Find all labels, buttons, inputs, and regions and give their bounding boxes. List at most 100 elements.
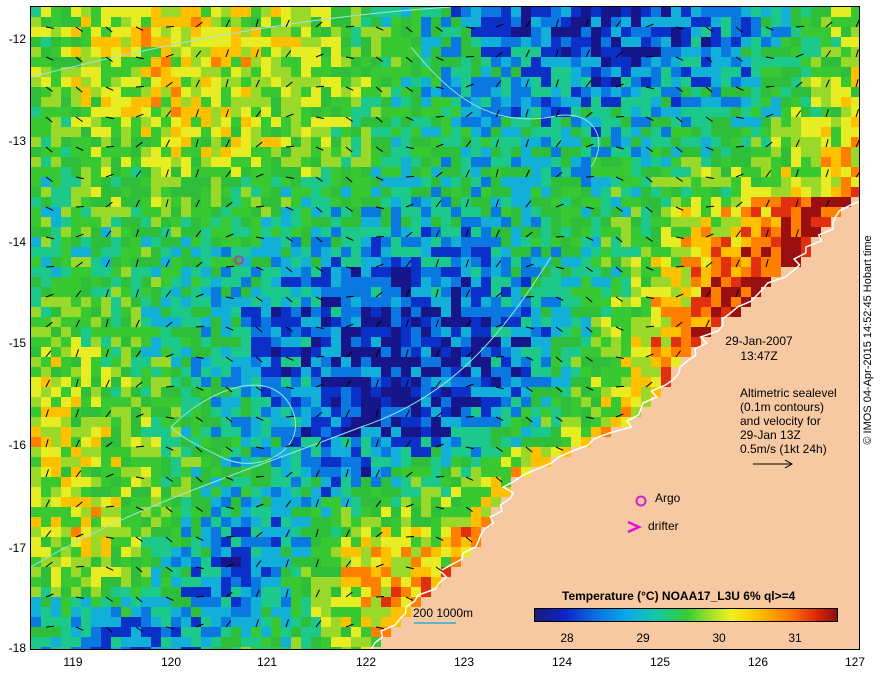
sst-cell (271, 647, 281, 649)
sst-cell (601, 277, 611, 287)
sst-cell (301, 117, 311, 127)
sst-cell (441, 397, 451, 407)
sst-cell (141, 197, 151, 207)
sst-cell (161, 77, 171, 87)
sst-cell (191, 417, 201, 427)
sst-cell (521, 157, 531, 167)
sst-cell (31, 617, 41, 627)
sst-cell (701, 307, 711, 317)
sst-cell (481, 427, 491, 437)
sst-cell (231, 347, 241, 357)
sst-cell (281, 407, 291, 417)
sst-cell (361, 587, 371, 597)
sst-cell (811, 127, 821, 137)
sst-cell (151, 407, 161, 417)
sst-cell (461, 327, 471, 337)
sst-cell (111, 247, 121, 257)
sst-cell (221, 627, 231, 637)
sst-cell (671, 47, 681, 57)
sst-cell (681, 87, 691, 97)
sst-cell (541, 147, 551, 157)
sst-cell (371, 247, 381, 257)
sst-cell (571, 197, 581, 207)
sst-cell (171, 137, 181, 147)
sst-cell (691, 317, 701, 327)
sst-cell (631, 317, 641, 327)
sst-cell (121, 487, 131, 497)
sst-cell (351, 227, 361, 237)
sst-cell (331, 237, 341, 247)
sst-cell (171, 577, 181, 587)
sst-cell (481, 277, 491, 287)
sst-cell (841, 17, 851, 27)
sst-cell (811, 167, 821, 177)
sst-cell (221, 197, 231, 207)
sst-cell (661, 67, 671, 77)
sst-cell (381, 507, 391, 517)
sst-cell (481, 157, 491, 167)
sst-cell (591, 297, 601, 307)
sst-cell (651, 177, 661, 187)
sst-cell (281, 227, 291, 237)
sst-cell (711, 227, 721, 237)
sst-cell (631, 27, 641, 37)
sst-cell (441, 267, 451, 277)
sst-cell (221, 417, 231, 427)
sst-cell (531, 257, 541, 267)
sst-cell (121, 367, 131, 377)
sst-cell (341, 197, 351, 207)
velocity-arrow (135, 445, 145, 448)
sst-cell (751, 177, 761, 187)
sst-cell (151, 107, 161, 117)
sst-cell (301, 577, 311, 587)
sst-cell (191, 517, 201, 527)
sst-cell (331, 407, 341, 417)
sst-cell (541, 17, 551, 27)
sst-cell (661, 17, 671, 27)
sst-cell (201, 267, 211, 277)
sst-cell (551, 247, 561, 257)
sst-cell (261, 17, 271, 27)
sst-cell (51, 337, 61, 347)
sst-cell (131, 17, 141, 27)
sst-cell (221, 217, 231, 227)
sst-cell (431, 217, 441, 227)
sst-cell (631, 247, 641, 257)
sst-cell (501, 417, 511, 427)
sst-cell (221, 577, 231, 587)
sst-cell (91, 387, 101, 397)
sst-cell (551, 307, 561, 317)
sst-cell (241, 487, 251, 497)
sst-cell (421, 377, 431, 387)
sst-cell (201, 537, 211, 547)
sst-cell (101, 327, 111, 337)
sst-cell (141, 517, 151, 527)
sst-cell (511, 327, 521, 337)
sst-cell (781, 107, 791, 117)
sst-cell (41, 227, 51, 237)
sst-cell (331, 637, 341, 647)
sst-cell (541, 197, 551, 207)
sst-cell (271, 627, 281, 637)
sst-cell (381, 337, 391, 347)
sst-cell (691, 247, 701, 257)
sst-cell (231, 57, 241, 67)
lat-tick-label: -18 (8, 641, 26, 655)
sst-cell (511, 407, 521, 417)
sst-cell (411, 577, 421, 587)
sst-cell (91, 477, 101, 487)
sst-cell (661, 357, 671, 367)
sst-cell (321, 37, 331, 47)
sst-cell (91, 407, 101, 417)
sst-cell (831, 97, 841, 107)
sst-cell (781, 87, 791, 97)
sst-cell (431, 97, 441, 107)
sst-cell (691, 7, 701, 17)
sst-cell (331, 37, 341, 47)
sst-cell (291, 217, 301, 227)
sst-cell (401, 287, 411, 297)
sst-cell (481, 207, 491, 217)
sst-cell (811, 117, 821, 127)
sst-cell (121, 547, 131, 557)
sst-cell (121, 77, 131, 87)
